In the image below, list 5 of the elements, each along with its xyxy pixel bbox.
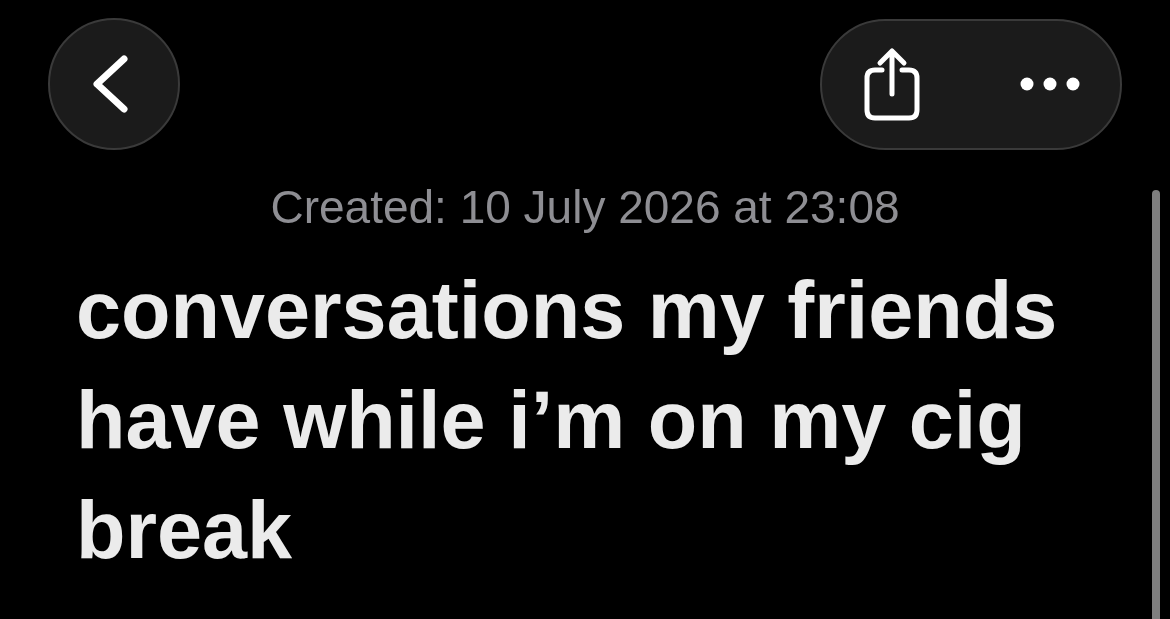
share-icon: [862, 47, 922, 121]
more-icon: [1020, 77, 1080, 91]
created-date: Created: 10 July 2026 at 23:08: [270, 180, 900, 234]
back-chevron-icon: [93, 55, 129, 113]
note-title: conversations my friends have while i’m on my cig break: [76, 264, 1059, 577]
